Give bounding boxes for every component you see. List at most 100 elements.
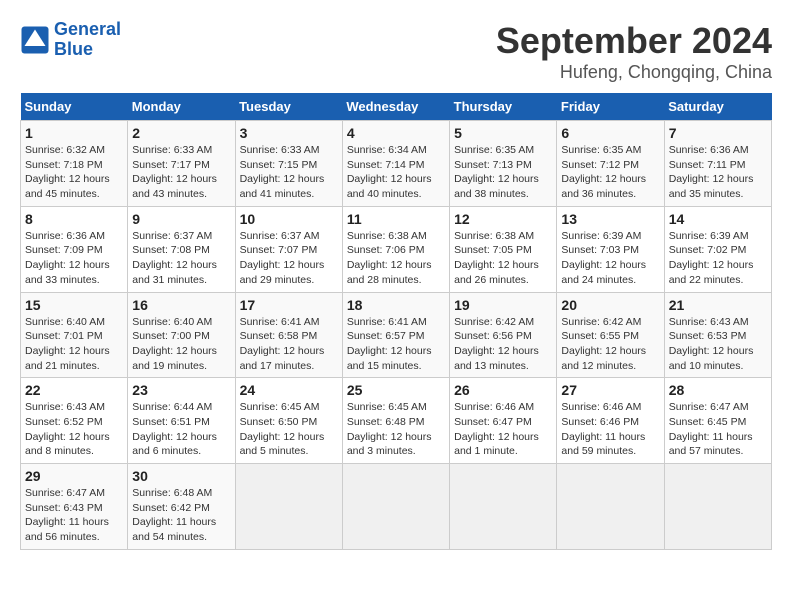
calendar-week-row: 1 Sunrise: 6:32 AMSunset: 7:18 PMDaylight… [21, 121, 772, 207]
day-cell-16: 16 Sunrise: 6:40 AMSunset: 7:00 PMDayligh… [128, 292, 235, 378]
day-number: 13 [561, 211, 659, 227]
day-cell-20: 20Sunrise: 6:42 AMSunset: 6:55 PMDayligh… [557, 292, 664, 378]
day-cell-8: 8 Sunrise: 6:36 AMSunset: 7:09 PMDaylight… [21, 206, 128, 292]
day-number: 18 [347, 297, 445, 313]
logo: General Blue [20, 20, 121, 60]
weekday-header-wednesday: Wednesday [342, 93, 449, 121]
day-number: 29 [25, 468, 123, 484]
day-number: 14 [669, 211, 767, 227]
day-number: 9 [132, 211, 230, 227]
empty-cell [557, 464, 664, 550]
day-info: Sunrise: 6:38 AMSunset: 7:06 PMDaylight:… [347, 229, 445, 288]
day-number: 2 [132, 125, 230, 141]
day-info: Sunrise: 6:43 AMSunset: 6:52 PMDaylight:… [25, 400, 123, 459]
month-year-title: September 2024 [496, 20, 772, 62]
day-number: 11 [347, 211, 445, 227]
day-cell-13: 13 Sunrise: 6:39 AMSunset: 7:03 PMDayligh… [557, 206, 664, 292]
day-info: Sunrise: 6:44 AMSunset: 6:51 PMDaylight:… [132, 400, 230, 459]
day-number: 15 [25, 297, 123, 313]
day-info: Sunrise: 6:46 AMSunset: 6:46 PMDaylight:… [561, 400, 659, 459]
day-number: 5 [454, 125, 552, 141]
day-info: Sunrise: 6:38 AMSunset: 7:05 PMDaylight:… [454, 229, 552, 288]
day-number: 30 [132, 468, 230, 484]
day-number: 6 [561, 125, 659, 141]
day-number: 1 [25, 125, 123, 141]
weekday-header-saturday: Saturday [664, 93, 771, 121]
day-info: Sunrise: 6:39 AMSunset: 7:03 PMDaylight:… [561, 229, 659, 288]
day-cell-25: 25Sunrise: 6:45 AMSunset: 6:48 PMDayligh… [342, 378, 449, 464]
day-info: Sunrise: 6:36 AMSunset: 7:09 PMDaylight:… [25, 229, 123, 288]
day-cell-14: 14 Sunrise: 6:39 AMSunset: 7:02 PMDayligh… [664, 206, 771, 292]
empty-cell [450, 464, 557, 550]
day-number: 21 [669, 297, 767, 313]
day-number: 7 [669, 125, 767, 141]
logo-line1: General [54, 19, 121, 39]
day-number: 26 [454, 382, 552, 398]
day-cell-23: 23 Sunrise: 6:44 AMSunset: 6:51 PMDayligh… [128, 378, 235, 464]
day-info: Sunrise: 6:46 AMSunset: 6:47 PMDaylight:… [454, 400, 552, 459]
day-info: Sunrise: 6:41 AMSunset: 6:58 PMDaylight:… [240, 315, 338, 374]
day-cell-15: 15 Sunrise: 6:40 AMSunset: 7:01 PMDayligh… [21, 292, 128, 378]
day-info: Sunrise: 6:40 AMSunset: 7:01 PMDaylight:… [25, 315, 123, 374]
title-block: September 2024 Hufeng, Chongqing, China [496, 20, 772, 83]
day-info: Sunrise: 6:35 AMSunset: 7:13 PMDaylight:… [454, 143, 552, 202]
day-number: 10 [240, 211, 338, 227]
day-number: 19 [454, 297, 552, 313]
day-info: Sunrise: 6:39 AMSunset: 7:02 PMDaylight:… [669, 229, 767, 288]
day-cell-17: 17 Sunrise: 6:41 AMSunset: 6:58 PMDayligh… [235, 292, 342, 378]
day-number: 23 [132, 382, 230, 398]
day-info: Sunrise: 6:41 AMSunset: 6:57 PMDaylight:… [347, 315, 445, 374]
day-info: Sunrise: 6:36 AMSunset: 7:11 PMDaylight:… [669, 143, 767, 202]
weekday-header-sunday: Sunday [21, 93, 128, 121]
day-info: Sunrise: 6:47 AMSunset: 6:45 PMDaylight:… [669, 400, 767, 459]
day-info: Sunrise: 6:37 AMSunset: 7:07 PMDaylight:… [240, 229, 338, 288]
day-cell-18: 18 Sunrise: 6:41 AMSunset: 6:57 PMDayligh… [342, 292, 449, 378]
day-cell-21: 21 Sunrise: 6:43 AMSunset: 6:53 PMDayligh… [664, 292, 771, 378]
day-cell-27: 27 Sunrise: 6:46 AMSunset: 6:46 PMDayligh… [557, 378, 664, 464]
empty-cell [342, 464, 449, 550]
day-number: 17 [240, 297, 338, 313]
day-info: Sunrise: 6:34 AMSunset: 7:14 PMDaylight:… [347, 143, 445, 202]
day-cell-28: 28Sunrise: 6:47 AMSunset: 6:45 PMDayligh… [664, 378, 771, 464]
logo-icon [20, 25, 50, 55]
day-number: 4 [347, 125, 445, 141]
day-cell-6: 6Sunrise: 6:35 AMSunset: 7:12 PMDaylight… [557, 121, 664, 207]
location-subtitle: Hufeng, Chongqing, China [496, 62, 772, 83]
day-info: Sunrise: 6:40 AMSunset: 7:00 PMDaylight:… [132, 315, 230, 374]
day-number: 24 [240, 382, 338, 398]
calendar-table: SundayMondayTuesdayWednesdayThursdayFrid… [20, 93, 772, 550]
day-cell-1: 1 Sunrise: 6:32 AMSunset: 7:18 PMDaylight… [21, 121, 128, 207]
page-header: General Blue September 2024 Hufeng, Chon… [20, 20, 772, 83]
day-cell-3: 3 Sunrise: 6:33 AMSunset: 7:15 PMDaylight… [235, 121, 342, 207]
weekday-header-monday: Monday [128, 93, 235, 121]
day-cell-12: 12 Sunrise: 6:38 AMSunset: 7:05 PMDayligh… [450, 206, 557, 292]
calendar-week-row: 8 Sunrise: 6:36 AMSunset: 7:09 PMDaylight… [21, 206, 772, 292]
day-number: 27 [561, 382, 659, 398]
day-cell-9: 9Sunrise: 6:37 AMSunset: 7:08 PMDaylight… [128, 206, 235, 292]
day-info: Sunrise: 6:43 AMSunset: 6:53 PMDaylight:… [669, 315, 767, 374]
calendar-week-row: 22 Sunrise: 6:43 AMSunset: 6:52 PMDayligh… [21, 378, 772, 464]
logo-line2: Blue [54, 39, 93, 59]
calendar-week-row: 29 Sunrise: 6:47 AMSunset: 6:43 PMDayligh… [21, 464, 772, 550]
weekday-header-friday: Friday [557, 93, 664, 121]
day-cell-26: 26 Sunrise: 6:46 AMSunset: 6:47 PMDayligh… [450, 378, 557, 464]
day-cell-7: 7 Sunrise: 6:36 AMSunset: 7:11 PMDaylight… [664, 121, 771, 207]
day-info: Sunrise: 6:42 AMSunset: 6:55 PMDaylight:… [561, 315, 659, 374]
day-number: 22 [25, 382, 123, 398]
day-number: 16 [132, 297, 230, 313]
day-number: 3 [240, 125, 338, 141]
day-info: Sunrise: 6:32 AMSunset: 7:18 PMDaylight:… [25, 143, 123, 202]
day-cell-24: 24 Sunrise: 6:45 AMSunset: 6:50 PMDayligh… [235, 378, 342, 464]
day-cell-29: 29 Sunrise: 6:47 AMSunset: 6:43 PMDayligh… [21, 464, 128, 550]
day-cell-30: 30Sunrise: 6:48 AMSunset: 6:42 PMDayligh… [128, 464, 235, 550]
day-cell-19: 19Sunrise: 6:42 AMSunset: 6:56 PMDayligh… [450, 292, 557, 378]
day-info: Sunrise: 6:47 AMSunset: 6:43 PMDaylight:… [25, 486, 123, 545]
day-info: Sunrise: 6:33 AMSunset: 7:15 PMDaylight:… [240, 143, 338, 202]
weekday-header-tuesday: Tuesday [235, 93, 342, 121]
day-info: Sunrise: 6:33 AMSunset: 7:17 PMDaylight:… [132, 143, 230, 202]
day-cell-11: 11 Sunrise: 6:38 AMSunset: 7:06 PMDayligh… [342, 206, 449, 292]
day-cell-10: 10 Sunrise: 6:37 AMSunset: 7:07 PMDayligh… [235, 206, 342, 292]
day-info: Sunrise: 6:45 AMSunset: 6:50 PMDaylight:… [240, 400, 338, 459]
day-number: 12 [454, 211, 552, 227]
day-number: 8 [25, 211, 123, 227]
